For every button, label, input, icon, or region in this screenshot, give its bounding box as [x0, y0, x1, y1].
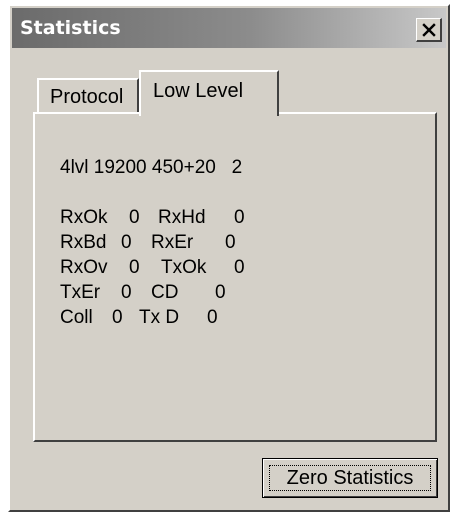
- counter-label-rxok: RxOk: [60, 207, 108, 228]
- config-line: 4lvl 19200 450+20 2: [60, 157, 243, 178]
- counter-label-rxhd: RxHd: [158, 207, 206, 228]
- counter-value-txok: 0: [234, 257, 245, 278]
- counter-label-rxov: RxOv: [60, 257, 108, 278]
- counter-value-txd: 0: [207, 307, 218, 328]
- counter-label-cd: CD: [151, 282, 179, 303]
- close-icon: [421, 22, 436, 37]
- counter-value-txer: 0: [121, 282, 132, 303]
- counter-value-rxer: 0: [225, 232, 236, 253]
- tab-protocol[interactable]: Protocol: [37, 78, 139, 112]
- zero-statistics-button[interactable]: Zero Statistics: [262, 458, 438, 498]
- counter-label-txer: TxEr: [60, 282, 101, 303]
- low-level-panel: 4lvl 19200 450+20 2 RxOk 0 RxHd 0 RxBd 0…: [33, 112, 437, 442]
- counter-label-txd: Tx D: [139, 307, 180, 328]
- counter-label-coll: Coll: [60, 307, 93, 328]
- counter-value-rxov: 0: [129, 257, 140, 278]
- tab-protocol-label: Protocol: [50, 86, 124, 108]
- counter-label-rxbd: RxBd: [60, 232, 107, 253]
- counter-value-rxhd: 0: [234, 207, 245, 228]
- counter-label-txok: TxOk: [161, 257, 207, 278]
- counter-value-rxok: 0: [129, 207, 140, 228]
- counter-value-coll: 0: [112, 307, 123, 328]
- counter-label-rxer: RxEr: [151, 232, 194, 253]
- title-bar[interactable]: Statistics: [12, 8, 446, 48]
- tab-low-level-label: Low Level: [153, 80, 244, 102]
- window-title: Statistics: [20, 17, 121, 39]
- counter-value-rxbd: 0: [121, 232, 132, 253]
- close-button[interactable]: [416, 18, 442, 42]
- statistics-dialog: Statistics Protocol Low Level 4lvl 19200…: [8, 4, 450, 512]
- counter-value-cd: 0: [215, 282, 226, 303]
- tab-low-level[interactable]: Low Level: [139, 70, 279, 116]
- zero-statistics-label: Zero Statistics: [286, 467, 414, 489]
